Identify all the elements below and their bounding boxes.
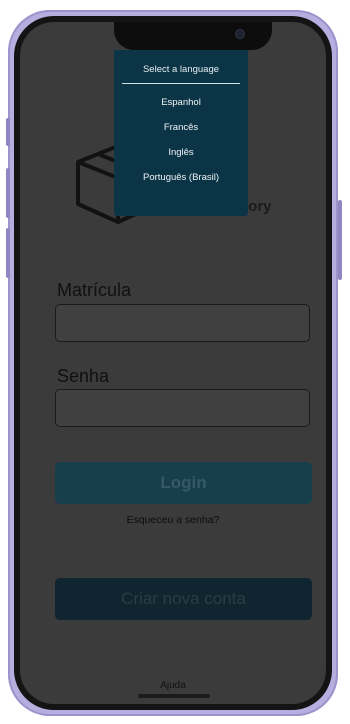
- language-option-portugues-brasil[interactable]: Português (Brasil): [114, 172, 248, 183]
- language-menu-divider: [122, 83, 240, 84]
- language-menu: Select a language Espanhol Francês Inglê…: [114, 50, 248, 216]
- side-button: [338, 200, 342, 280]
- side-button: [6, 118, 10, 146]
- login-button[interactable]: Login: [55, 462, 312, 504]
- matricula-label: Matrícula: [57, 280, 132, 300]
- language-option-ingles[interactable]: Inglês: [114, 147, 248, 158]
- language-menu-title: Select a language: [142, 64, 220, 75]
- forgot-password-link[interactable]: Esqueceu a senha?: [20, 514, 326, 526]
- side-button: [6, 228, 10, 278]
- help-link[interactable]: Ajuda: [20, 680, 326, 691]
- notch: [114, 22, 272, 50]
- home-indicator: [138, 694, 210, 698]
- create-account-button[interactable]: Criar nova conta: [55, 578, 312, 620]
- language-option-espanhol[interactable]: Espanhol: [114, 97, 248, 108]
- senha-input[interactable]: [55, 389, 310, 427]
- matricula-input[interactable]: [55, 304, 310, 342]
- language-option-frances[interactable]: Francês: [114, 122, 248, 133]
- app-screen: C Inventory Matrícula Senha Login Esquec…: [20, 22, 326, 704]
- senha-label: Senha: [57, 366, 110, 386]
- camera-icon: [236, 30, 244, 38]
- side-button: [6, 168, 10, 218]
